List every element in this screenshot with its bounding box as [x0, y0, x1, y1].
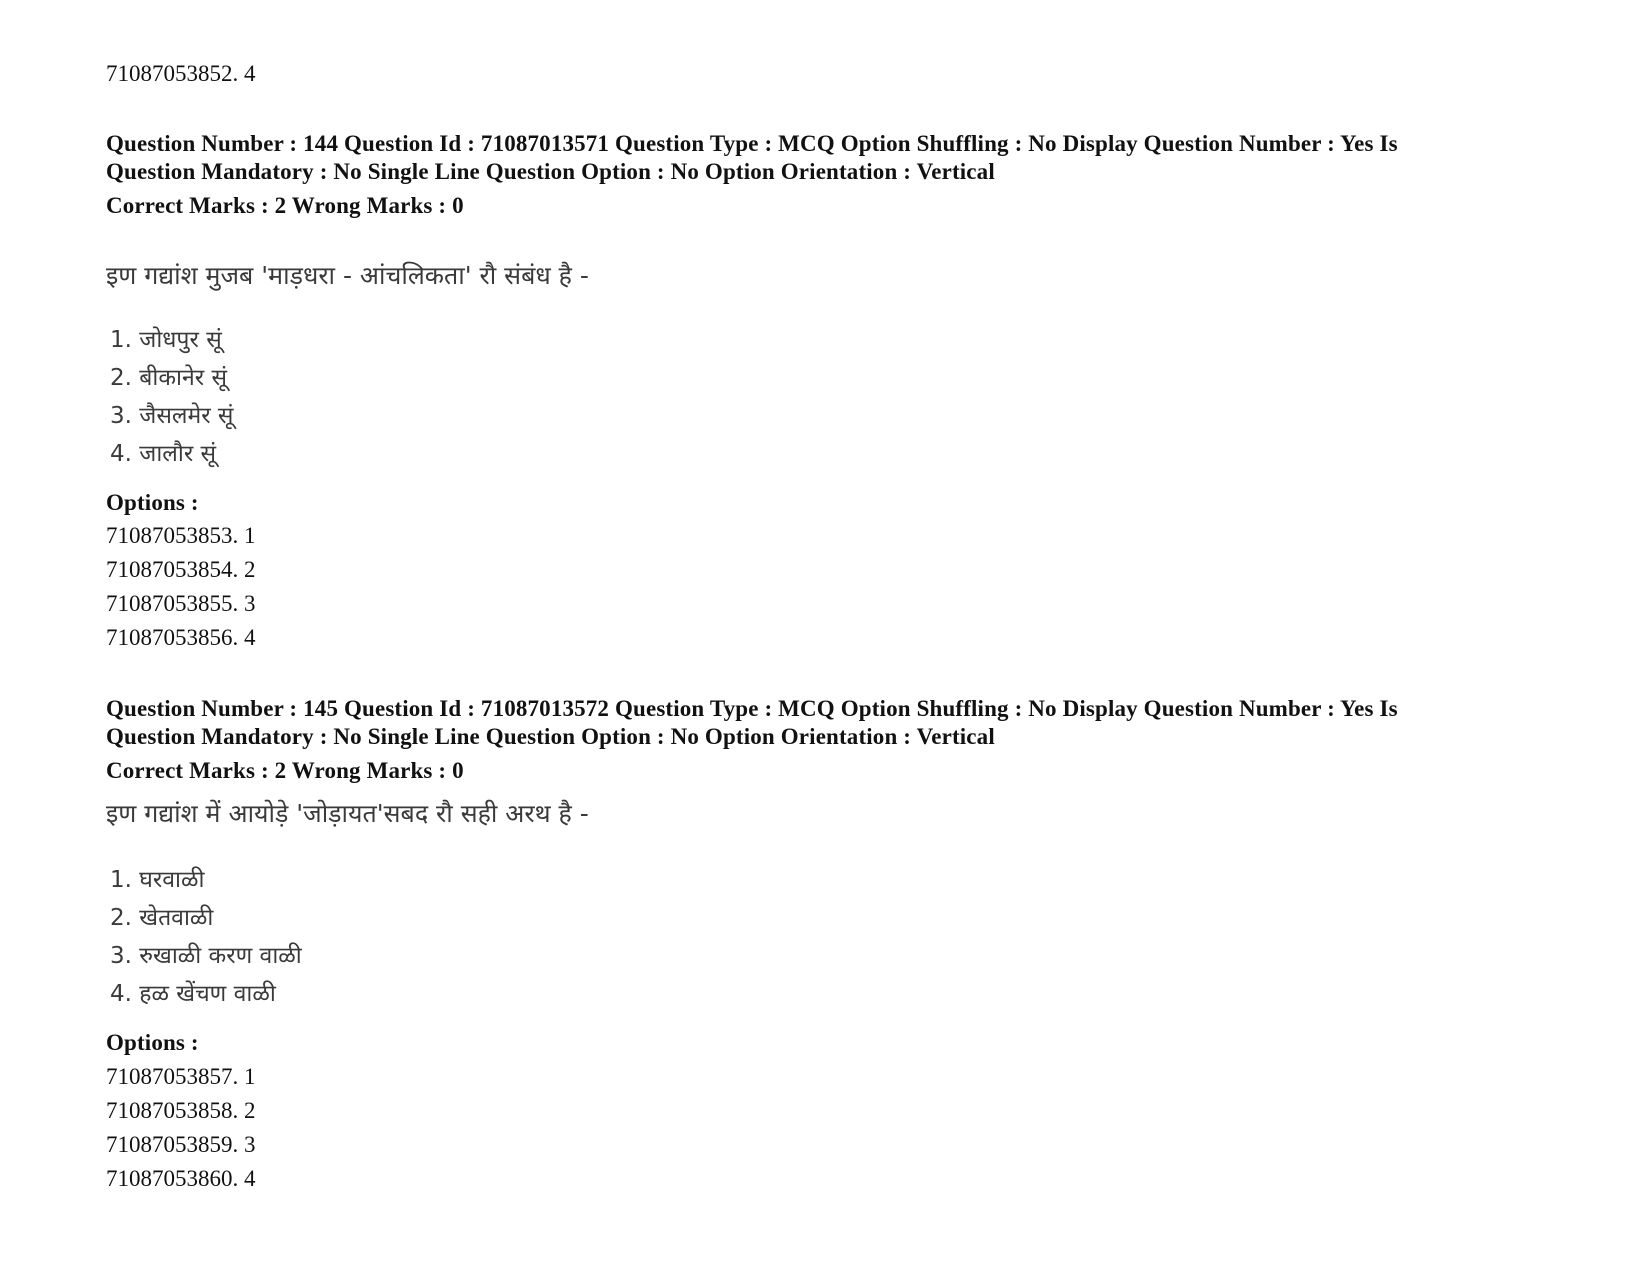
option-id-1: 71087053853. 1	[106, 523, 256, 548]
choice-3: 3. रुखाळी करण वाळी	[110, 943, 302, 969]
option-id-3: 71087053855. 3	[106, 591, 256, 616]
question-meta-line2: Question Mandatory : No Single Line Ques…	[106, 159, 995, 184]
choice-4: 4. हळ खेंचण वाळी	[110, 981, 276, 1007]
options-label: Options :	[106, 1030, 199, 1055]
question-text: इण गद्यांश मुजब 'माड़धरा - आंचलिकता' रौ …	[106, 261, 589, 290]
question-marks: Correct Marks : 2 Wrong Marks : 0	[106, 758, 464, 783]
previous-option-id: 71087053852. 4	[106, 61, 256, 86]
option-id-3: 71087053859. 3	[106, 1132, 256, 1157]
choice-4: 4. जालौर सूं	[110, 441, 217, 467]
option-id-4: 71087053860. 4	[106, 1166, 256, 1191]
question-meta-line2: Question Mandatory : No Single Line Ques…	[106, 724, 995, 749]
choice-1: 1. घरवाळी	[110, 867, 205, 893]
options-label: Options :	[106, 490, 199, 515]
choice-2: 2. खेतवाळी	[110, 905, 214, 931]
question-meta-line1: Question Number : 145 Question Id : 7108…	[106, 696, 1398, 721]
option-id-2: 71087053854. 2	[106, 557, 256, 582]
question-marks: Correct Marks : 2 Wrong Marks : 0	[106, 193, 464, 218]
option-id-4: 71087053856. 4	[106, 625, 256, 650]
choice-1: 1. जोधपुर सूं	[110, 327, 222, 353]
question-meta-line1: Question Number : 144 Question Id : 7108…	[106, 131, 1398, 156]
choice-3: 3. जैसलमेर सूं	[110, 403, 234, 429]
option-id-1: 71087053857. 1	[106, 1064, 256, 1089]
document-page: 71087053852. 4 Question Number : 144 Que…	[0, 0, 1650, 1275]
choice-2: 2. बीकानेर सूं	[110, 365, 227, 391]
option-id-2: 71087053858. 2	[106, 1098, 256, 1123]
question-text: इण गद्यांश में आयोड़े 'जोड़ायत'सबद रौ सह…	[106, 799, 589, 828]
